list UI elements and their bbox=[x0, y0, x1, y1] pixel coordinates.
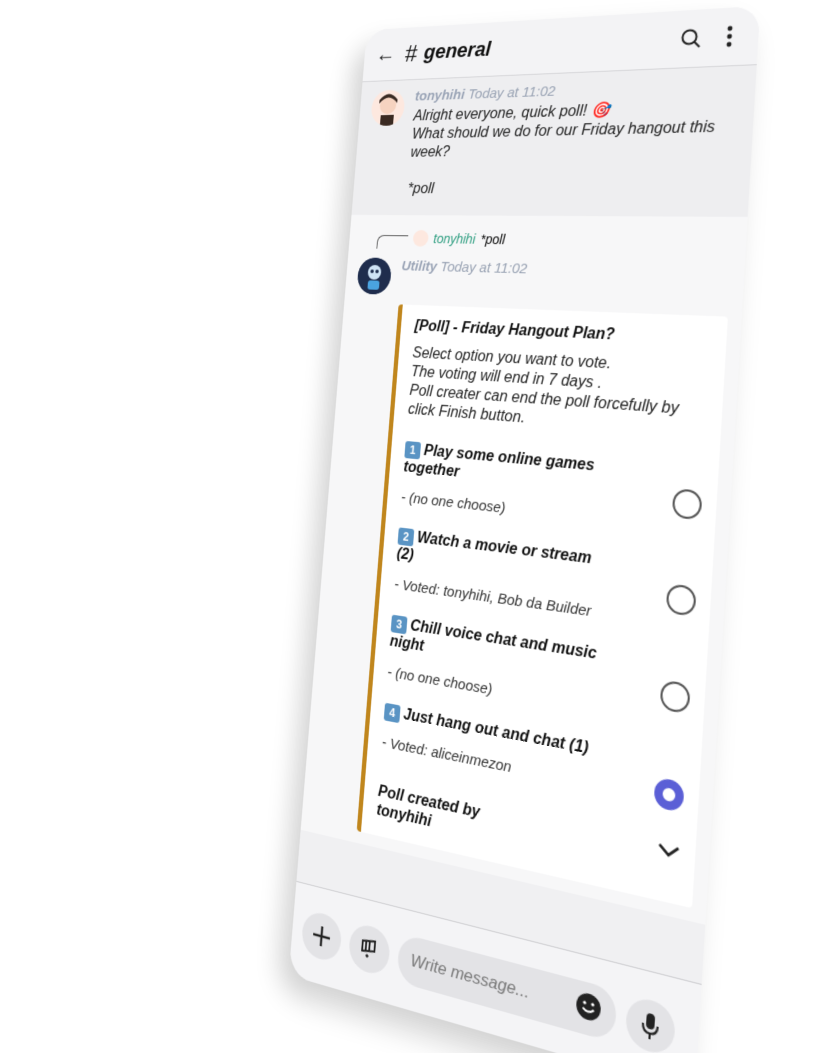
message-line: What should we do for our Friday hangout… bbox=[410, 117, 739, 162]
vote-radio-button[interactable] bbox=[660, 680, 691, 715]
vote-radio-button[interactable] bbox=[672, 488, 703, 520]
keycap-number-icon: 4 bbox=[384, 703, 401, 723]
channel-title: general bbox=[423, 27, 668, 64]
emoji-icon[interactable] bbox=[574, 989, 603, 1030]
microphone-icon bbox=[639, 1009, 662, 1044]
keycap-number-icon: 3 bbox=[391, 615, 408, 635]
keycap-number-icon: 2 bbox=[397, 527, 414, 546]
search-icon[interactable] bbox=[676, 24, 706, 53]
poll-embed: [Poll] - Friday Hangout Plan? Select opt… bbox=[357, 304, 728, 908]
author-name[interactable]: Utility bbox=[401, 258, 438, 275]
message-body: Utility Today at 11:02 bbox=[399, 258, 730, 306]
poll-title: [Poll] - Friday Hangout Plan? bbox=[414, 318, 712, 349]
poll-description: Select option you want to vote. The voti… bbox=[407, 344, 710, 442]
poll-option-label: 1 Play some online games together bbox=[403, 440, 622, 497]
message-utility: Utility Today at 11:02 bbox=[356, 257, 730, 306]
poll-option-1: 1 Play some online games together - (no o… bbox=[401, 440, 705, 538]
message-meta: Utility Today at 11:02 bbox=[401, 258, 730, 282]
message-tonyhihi: tonyhihi Today at 11:02 Alright everyone… bbox=[352, 65, 757, 217]
author-name[interactable]: tonyhihi bbox=[415, 87, 466, 104]
back-arrow-icon[interactable]: ← bbox=[375, 41, 401, 67]
sparkle-flag-icon bbox=[358, 935, 381, 965]
chevron-down-icon[interactable] bbox=[656, 841, 680, 867]
reply-text: *poll bbox=[480, 231, 505, 246]
message-input[interactable]: Write message... bbox=[396, 933, 617, 1043]
message-line bbox=[408, 158, 736, 181]
add-button[interactable] bbox=[301, 909, 343, 965]
vote-radio-button[interactable] bbox=[666, 583, 697, 616]
voice-button[interactable] bbox=[625, 994, 677, 1053]
timestamp: Today at 11:02 bbox=[468, 83, 556, 102]
reply-reference[interactable]: tonyhihi *poll bbox=[376, 226, 732, 255]
reply-author: tonyhihi bbox=[433, 231, 476, 246]
keycap-number-icon: 1 bbox=[404, 441, 421, 459]
poll-option-2: 2 Watch a movie or stream (2) - Voted: to… bbox=[394, 526, 699, 634]
poll-created-by: Poll created by tonyhihi bbox=[376, 782, 486, 844]
message-text: Alright everyone, quick poll! 🎯 What sho… bbox=[407, 97, 740, 199]
poll-message: tonyhihi *poll Utility Today at 11:02 [P… bbox=[301, 215, 748, 925]
message-input-placeholder: Write message... bbox=[410, 950, 530, 1003]
reply-avatar bbox=[412, 229, 429, 246]
reply-connector bbox=[376, 235, 408, 249]
sticker-button[interactable] bbox=[348, 921, 391, 978]
more-options-icon[interactable] bbox=[714, 22, 745, 51]
utility-avatar[interactable] bbox=[356, 257, 392, 294]
option-text: Play some online games together bbox=[403, 443, 595, 481]
phone-screen: ← # general tonyhihi Today at 11:02 Alri… bbox=[289, 6, 761, 1053]
option-text: Watch a movie or stream (2) bbox=[396, 530, 592, 568]
avatar[interactable] bbox=[370, 89, 406, 126]
plus-icon bbox=[311, 922, 333, 951]
message-body: tonyhihi Today at 11:02 Alright everyone… bbox=[407, 76, 742, 199]
channel-hash-icon: # bbox=[404, 39, 418, 67]
message-line: *poll bbox=[407, 178, 735, 199]
option-text: Chill voice chat and music night bbox=[389, 617, 597, 662]
timestamp: Today at 11:02 bbox=[440, 259, 528, 277]
